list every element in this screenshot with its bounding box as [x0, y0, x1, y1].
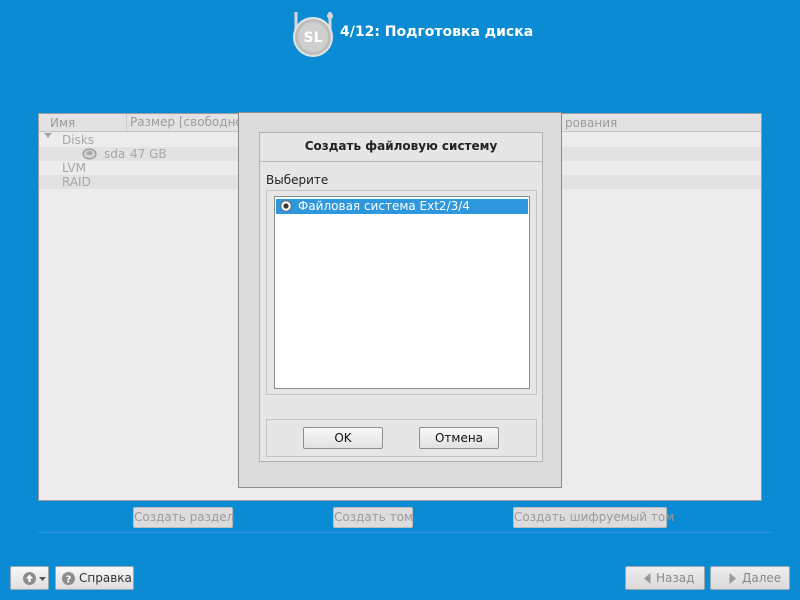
up-arrow-icon [23, 572, 36, 585]
list-item-ext[interactable]: Файловая система Ext2/3/4 [276, 199, 528, 214]
page-title: 4/12: Подготовка диска [340, 24, 534, 40]
choose-label: Выберите [266, 173, 329, 187]
row-name: RAID [62, 175, 91, 189]
options-frame: Файловая система Ext2/3/4 [266, 190, 537, 395]
create-encrypted-volume-button[interactable]: Создать шифруемый том [513, 507, 674, 528]
svg-text:?: ? [66, 575, 72, 586]
sl-logo-icon: SL [293, 12, 333, 57]
filesystem-list[interactable]: Файловая система Ext2/3/4 [274, 196, 530, 389]
divider [260, 161, 542, 162]
create-partition-button[interactable]: Создать раздел [133, 507, 234, 528]
arrow-right-icon [729, 573, 736, 584]
help-label: Справка [79, 571, 132, 585]
row-name: sda [104, 147, 126, 161]
next-button[interactable]: Далее [710, 566, 790, 590]
dialog-body: Создать файловую систему Выберите Файлов… [259, 132, 543, 462]
create-volume-button[interactable]: Создать том [333, 507, 413, 528]
expand-arrow-icon[interactable] [44, 133, 52, 138]
column-format[interactable]: рования [565, 116, 617, 130]
cancel-button[interactable]: Отмена [419, 427, 499, 449]
column-name[interactable]: Имя [50, 116, 75, 130]
ok-button[interactable]: OK [303, 427, 383, 449]
create-filesystem-dialog: Создать файловую систему Выберите Файлов… [238, 112, 562, 488]
chevron-down-icon [39, 577, 46, 581]
hard-disk-icon [82, 148, 97, 160]
logo-text: SL [303, 30, 322, 46]
help-button[interactable]: ? Справка [55, 566, 134, 590]
options-menu-button[interactable] [10, 566, 49, 590]
back-label: Назад [656, 571, 695, 585]
column-size[interactable]: Размер [свободно] [126, 114, 247, 131]
help-icon: ? [62, 572, 75, 586]
divider [38, 532, 772, 533]
arrow-left-icon [644, 573, 651, 584]
dialog-buttons: OK Отмена [266, 419, 537, 457]
next-label: Далее [742, 571, 782, 585]
row-name: LVM [62, 161, 86, 175]
row-name: Disks [62, 133, 95, 147]
radio-selected-icon[interactable] [280, 200, 292, 212]
back-button[interactable]: Назад [625, 566, 705, 590]
row-size: 47 GB [130, 147, 167, 161]
dialog-title: Создать файловую систему [304, 139, 498, 153]
list-item-label: Файловая система Ext2/3/4 [298, 199, 470, 213]
